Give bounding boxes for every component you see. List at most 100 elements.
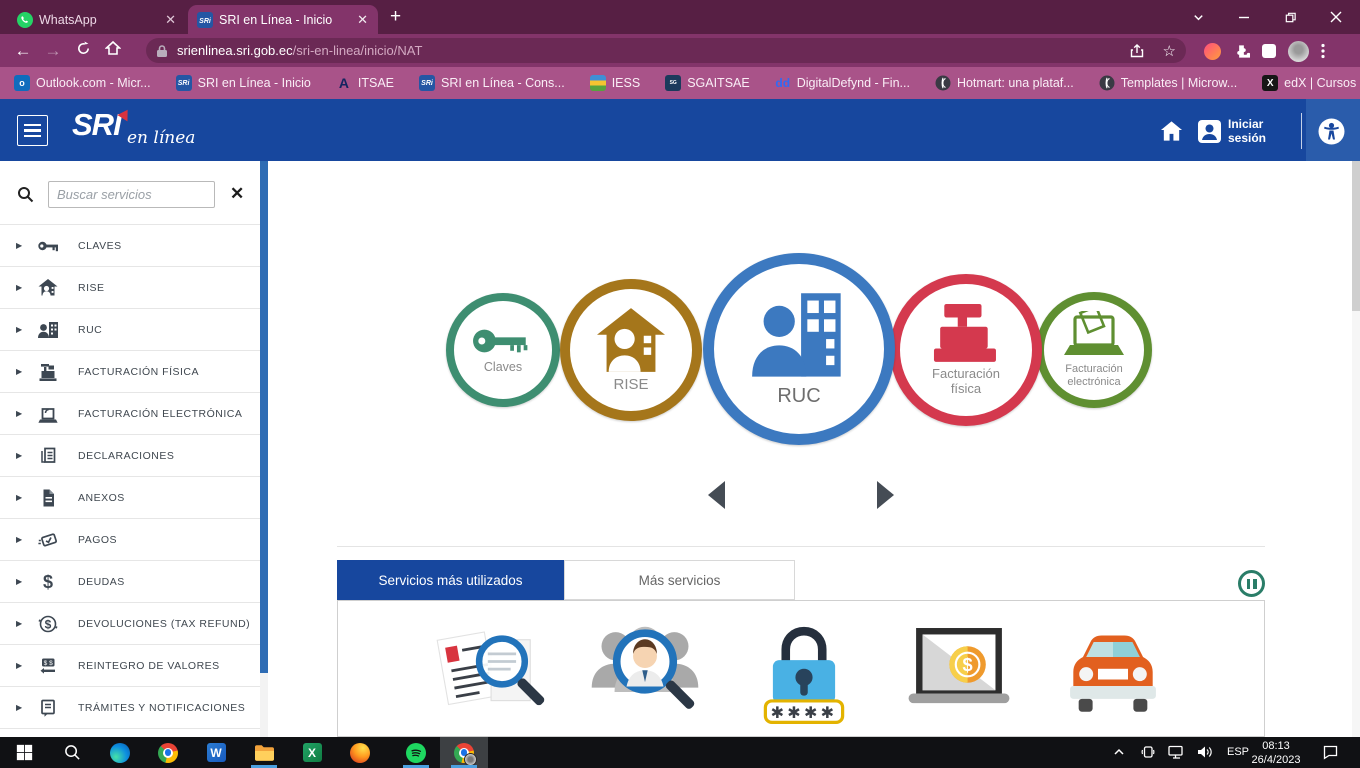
- login-user-icon[interactable]: [1197, 119, 1222, 149]
- sidebar-item-rise[interactable]: ▶ RISE: [0, 267, 260, 309]
- bookmark-item[interactable]: SRi SRI en Línea - Cons...: [419, 75, 565, 91]
- home-icon[interactable]: [1160, 120, 1183, 147]
- reload-button[interactable]: [68, 41, 98, 61]
- carousel-next-button[interactable]: [877, 481, 894, 509]
- search-input[interactable]: [48, 181, 215, 208]
- browser-menu-icon[interactable]: [1321, 43, 1325, 59]
- back-button[interactable]: ←: [8, 41, 38, 61]
- taskbar-word-icon[interactable]: W: [192, 737, 240, 768]
- dollar-icon: $: [36, 570, 60, 594]
- taskbar-chrome-profile-icon[interactable]: [440, 737, 488, 768]
- sidebar-item-facturacion-fisica[interactable]: ▶ FACTURACIÓN FÍSICA: [0, 351, 260, 393]
- profile-avatar[interactable]: [1288, 41, 1309, 62]
- chevron-right-icon: ▶: [16, 325, 22, 334]
- sri-icon: SRi: [419, 75, 435, 91]
- carousel-item-rise[interactable]: RISE: [560, 279, 702, 421]
- taskbar-search-icon[interactable]: [48, 737, 96, 768]
- extension-icon[interactable]: [1204, 43, 1221, 60]
- sidebar-item-tramites[interactable]: ▶ TRÁMITES Y NOTIFICACIONES: [0, 687, 260, 729]
- sidebar-item-reintegro[interactable]: ▶ $ $ REINTEGRO DE VALORES: [0, 645, 260, 687]
- tab-servicios-mas-utilizados[interactable]: Servicios más utilizados: [337, 560, 564, 600]
- chevron-right-icon: ▶: [16, 409, 22, 418]
- sidebar-item-devoluciones[interactable]: ▶ $ DEVOLUCIONES (TAX REFUND): [0, 603, 260, 645]
- document-search-icon[interactable]: [430, 618, 550, 735]
- extensions-puzzle-icon[interactable]: [1233, 43, 1250, 60]
- tray-cast-icon[interactable]: [1140, 744, 1156, 765]
- close-window-button[interactable]: [1314, 0, 1358, 34]
- taskbar-explorer-icon[interactable]: [240, 737, 288, 768]
- header-divider: [1301, 113, 1302, 149]
- bookmark-item[interactable]: o Outlook.com - Micr...: [14, 75, 151, 91]
- bookmark-item[interactable]: Hotmart: una plataf...: [935, 75, 1074, 91]
- share-icon[interactable]: [1129, 43, 1145, 59]
- house-person-icon: [36, 276, 60, 300]
- dollar-circle-icon: $: [36, 612, 60, 636]
- new-tab-button[interactable]: +: [390, 7, 401, 26]
- bookmark-item[interactable]: SRi SRI en Línea - Inicio: [176, 75, 311, 91]
- start-button[interactable]: [0, 737, 48, 768]
- sidebar-scrollbar-thumb[interactable]: [260, 161, 268, 673]
- sidebar-item-facturacion-electronica[interactable]: ▶ FACTURACIÓN ELECTRÓNICA: [0, 393, 260, 435]
- sidebar-item-declaraciones[interactable]: ▶ DECLARACIONES: [0, 435, 260, 477]
- tab-search-chevron-icon[interactable]: [1176, 0, 1220, 34]
- tray-clock[interactable]: 08:13 26/4/2023: [1244, 739, 1308, 768]
- restore-button[interactable]: [1268, 0, 1312, 34]
- sgaitsae-icon: SG: [665, 75, 681, 91]
- carousel-item-ruc[interactable]: RUC: [703, 253, 895, 445]
- sidebar-item-deudas[interactable]: ▶ $ DEUDAS: [0, 561, 260, 603]
- chevron-right-icon: ▶: [16, 241, 22, 250]
- bookmark-item[interactable]: dd DigitalDefynd - Fin...: [775, 75, 910, 91]
- page-scrollbar-thumb[interactable]: [1352, 161, 1360, 311]
- minimize-button[interactable]: [1222, 0, 1266, 34]
- bookmark-item[interactable]: IESS: [590, 75, 641, 91]
- home-button[interactable]: [98, 40, 128, 61]
- carousel-item-claves[interactable]: Claves: [446, 293, 560, 407]
- bookmark-item[interactable]: Templates | Microw...: [1099, 75, 1237, 91]
- people-search-icon[interactable]: [585, 618, 705, 735]
- carousel-item-facturacion-electronica[interactable]: Facturación electrónica: [1036, 292, 1152, 408]
- close-tab-icon[interactable]: ✕: [355, 12, 370, 28]
- close-tab-icon[interactable]: ✕: [163, 12, 178, 28]
- taskbar-firefox-icon[interactable]: [336, 737, 384, 768]
- menu-hamburger-button[interactable]: [17, 115, 48, 146]
- action-center-icon[interactable]: [1322, 744, 1339, 765]
- file-icon: [36, 486, 60, 510]
- tab-mas-servicios[interactable]: Más servicios: [564, 560, 795, 600]
- taskbar-chrome-icon[interactable]: [144, 737, 192, 768]
- password-lock-icon[interactable]: ✱✱✱✱: [745, 615, 863, 735]
- carousel-label: Facturación física: [932, 367, 1000, 397]
- forward-button[interactable]: →: [38, 41, 68, 61]
- whatsapp-icon: [16, 11, 33, 28]
- tray-volume-icon[interactable]: [1196, 744, 1213, 765]
- bookmark-item[interactable]: X edX | Cursos en líne...: [1262, 75, 1360, 91]
- carousel-prev-button[interactable]: [708, 481, 725, 509]
- browser-tab-whatsapp[interactable]: WhatsApp ✕: [8, 5, 186, 34]
- bookmark-item[interactable]: A ITSAE: [336, 75, 394, 91]
- sidebar-item-anexos[interactable]: ▶ ANEXOS: [0, 477, 260, 519]
- laptop-payment-icon[interactable]: $: [900, 622, 1018, 727]
- accessibility-icon[interactable]: [1318, 118, 1345, 150]
- outlook-icon: o: [14, 75, 30, 91]
- taskbar-spotify-icon[interactable]: [392, 737, 440, 768]
- login-label[interactable]: Iniciar sesión: [1228, 118, 1266, 146]
- tab-title: SRI en Línea - Inicio: [219, 13, 349, 27]
- sidepanel-icon[interactable]: [1262, 44, 1276, 58]
- cash-register-icon: [926, 303, 1006, 365]
- sri-favicon: SRi: [196, 11, 213, 28]
- bookmark-item[interactable]: SG SGAITSAE: [665, 75, 750, 91]
- taskbar-edge-icon[interactable]: [96, 737, 144, 768]
- vehicle-icon[interactable]: [1054, 622, 1172, 727]
- sidebar-item-ruc[interactable]: ▶ RUC: [0, 309, 260, 351]
- carousel-item-facturacion-fisica[interactable]: Facturación física: [890, 274, 1042, 426]
- browser-tab-sri[interactable]: SRi SRI en Línea - Inicio ✕: [188, 5, 378, 34]
- bookmark-star-icon[interactable]: ☆: [1163, 42, 1176, 60]
- sidebar-item-claves[interactable]: ▶ CLAVES: [0, 224, 260, 267]
- taskbar-excel-icon[interactable]: X: [288, 737, 336, 768]
- tray-network-icon[interactable]: [1168, 745, 1185, 765]
- pause-carousel-button[interactable]: [1238, 570, 1265, 597]
- sidebar-item-pagos[interactable]: ▶ PAGOS: [0, 519, 260, 561]
- tray-chevron-up-icon[interactable]: [1112, 745, 1126, 764]
- person-building-icon: [36, 318, 60, 342]
- address-bar[interactable]: srienlinea.sri.gob.ec/sri-en-linea/inici…: [146, 38, 1186, 63]
- close-icon[interactable]: ✕: [230, 184, 244, 204]
